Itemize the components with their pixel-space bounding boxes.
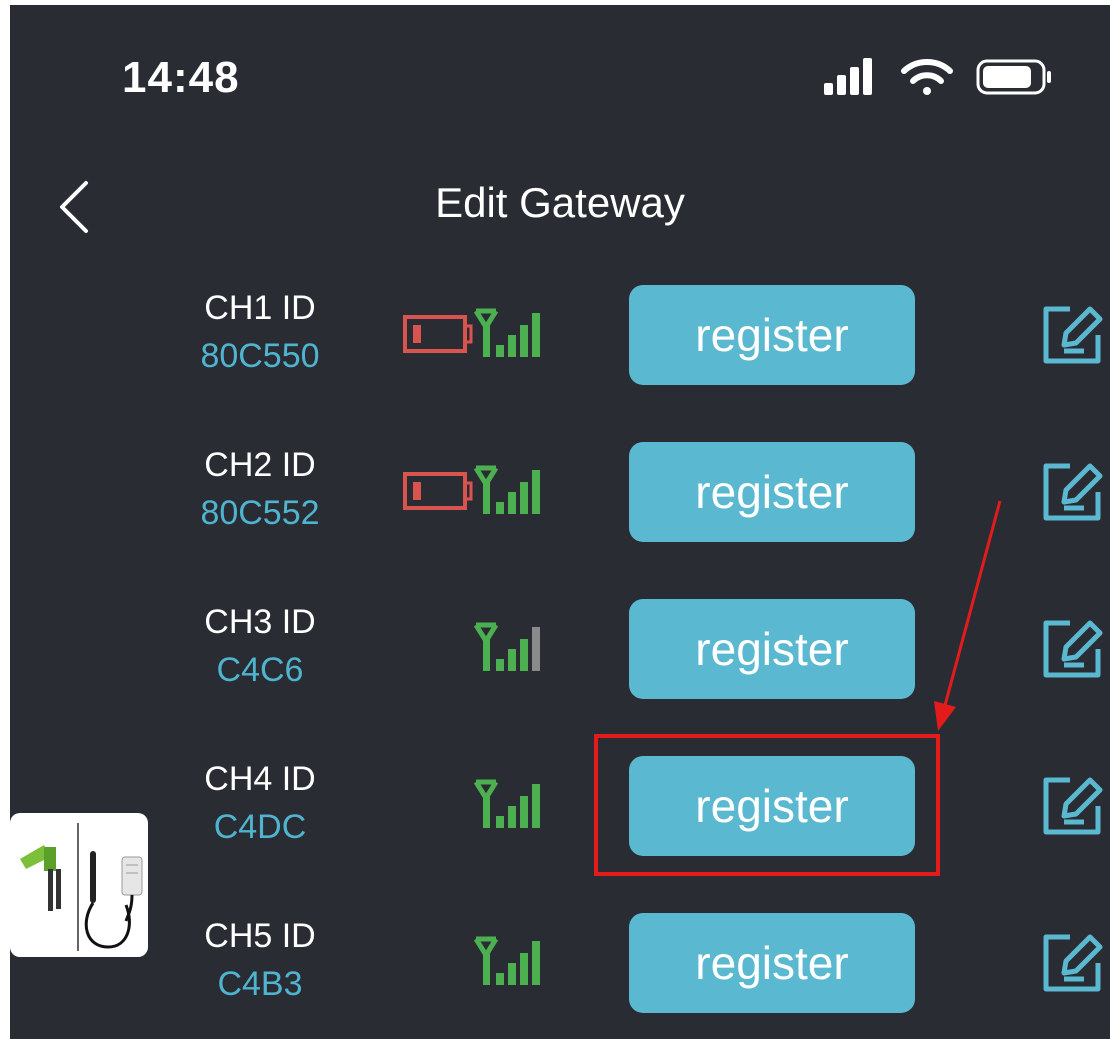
page-title: Edit Gateway <box>435 179 685 226</box>
channel-label: CH5 ID <box>204 917 316 955</box>
wifi-icon <box>901 59 953 95</box>
app-screen: 14:48 Edit Gateway CH1 ID 80C550 register C… <box>10 5 1110 1039</box>
channel-id: C4DC <box>213 808 307 846</box>
register-button[interactable]: register <box>629 599 915 699</box>
channel-id: 80C550 <box>200 337 320 375</box>
annotation-arrow <box>934 500 1002 731</box>
sensor-product-thumbnail <box>10 813 148 957</box>
cellular-signal-icon <box>824 58 872 95</box>
edit-icon[interactable] <box>1040 772 1106 838</box>
edit-icon[interactable] <box>1040 615 1106 681</box>
channel-id: 80C552 <box>200 494 320 532</box>
signal-strength-icon <box>473 779 540 828</box>
channel-id: C4B3 <box>217 965 303 1003</box>
register-button[interactable]: register <box>629 913 915 1013</box>
signal-strength-icon <box>473 465 540 514</box>
edit-icon[interactable] <box>1040 458 1106 524</box>
battery-icon <box>976 59 1051 95</box>
status-icons <box>824 58 1051 95</box>
annotation-highlight-box <box>594 734 940 876</box>
channel-row: CH1 ID 80C550 register <box>10 285 1110 405</box>
register-button[interactable]: register <box>629 442 915 542</box>
edit-icon[interactable] <box>1040 301 1106 367</box>
channel-row: CH4 ID C4DC register <box>10 756 1110 876</box>
channel-label: CH4 ID <box>204 760 316 798</box>
channel-id: C4C6 <box>216 651 304 689</box>
channel-label: CH2 ID <box>204 446 316 484</box>
low-battery-icon <box>403 472 473 510</box>
signal-strength-icon <box>473 622 540 671</box>
low-battery-icon <box>403 315 473 353</box>
register-button[interactable]: register <box>629 285 915 385</box>
channel-row: CH5 ID C4B3 register <box>10 913 1110 1033</box>
signal-strength-icon <box>473 936 540 985</box>
channel-label: CH3 ID <box>204 603 316 641</box>
status-time: 14:48 <box>122 53 240 102</box>
edit-icon[interactable] <box>1040 929 1106 995</box>
soil-sensor-image <box>20 823 143 951</box>
signal-strength-icon <box>473 308 540 357</box>
channel-label: CH1 ID <box>204 289 316 327</box>
